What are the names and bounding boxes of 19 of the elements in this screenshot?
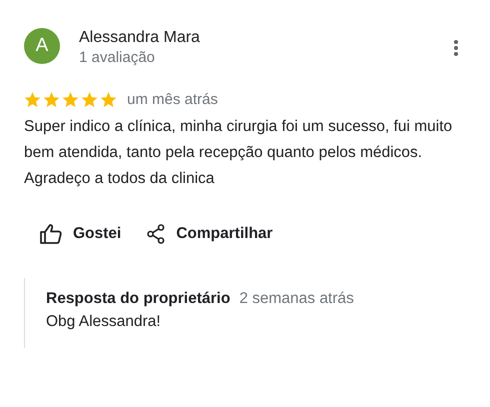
share-button[interactable]: Compartilhar xyxy=(145,220,275,248)
owner-reply-date: 2 semanas atrás xyxy=(239,289,354,309)
share-icon xyxy=(147,224,166,244)
owner-reply-text: Obg Alessandra! xyxy=(46,312,162,332)
avatar: A xyxy=(24,28,60,64)
star-icon xyxy=(62,92,79,108)
owner-reply-title: Resposta do proprietário xyxy=(46,289,230,309)
review-text: Super indico a clínica, minha cirurgia foi um sucesso, fui muito bem atendida, tanto pela recepção quanto pelos médicos. xyxy=(24,117,454,163)
review-text: Agradeço a todos da clinica xyxy=(24,169,216,189)
star-icon xyxy=(24,92,41,108)
author-name[interactable]: Alessandra Mara xyxy=(79,27,454,48)
like-button[interactable]: Gostei xyxy=(38,220,124,248)
thumbs-up-icon xyxy=(40,224,62,244)
star-icon xyxy=(81,92,98,108)
review-date: um mês atrás xyxy=(127,91,218,108)
star-icon xyxy=(100,92,117,108)
review-count: 1 avaliação xyxy=(79,48,156,67)
star-icon xyxy=(43,92,60,108)
more-options-icon[interactable] xyxy=(454,40,458,56)
